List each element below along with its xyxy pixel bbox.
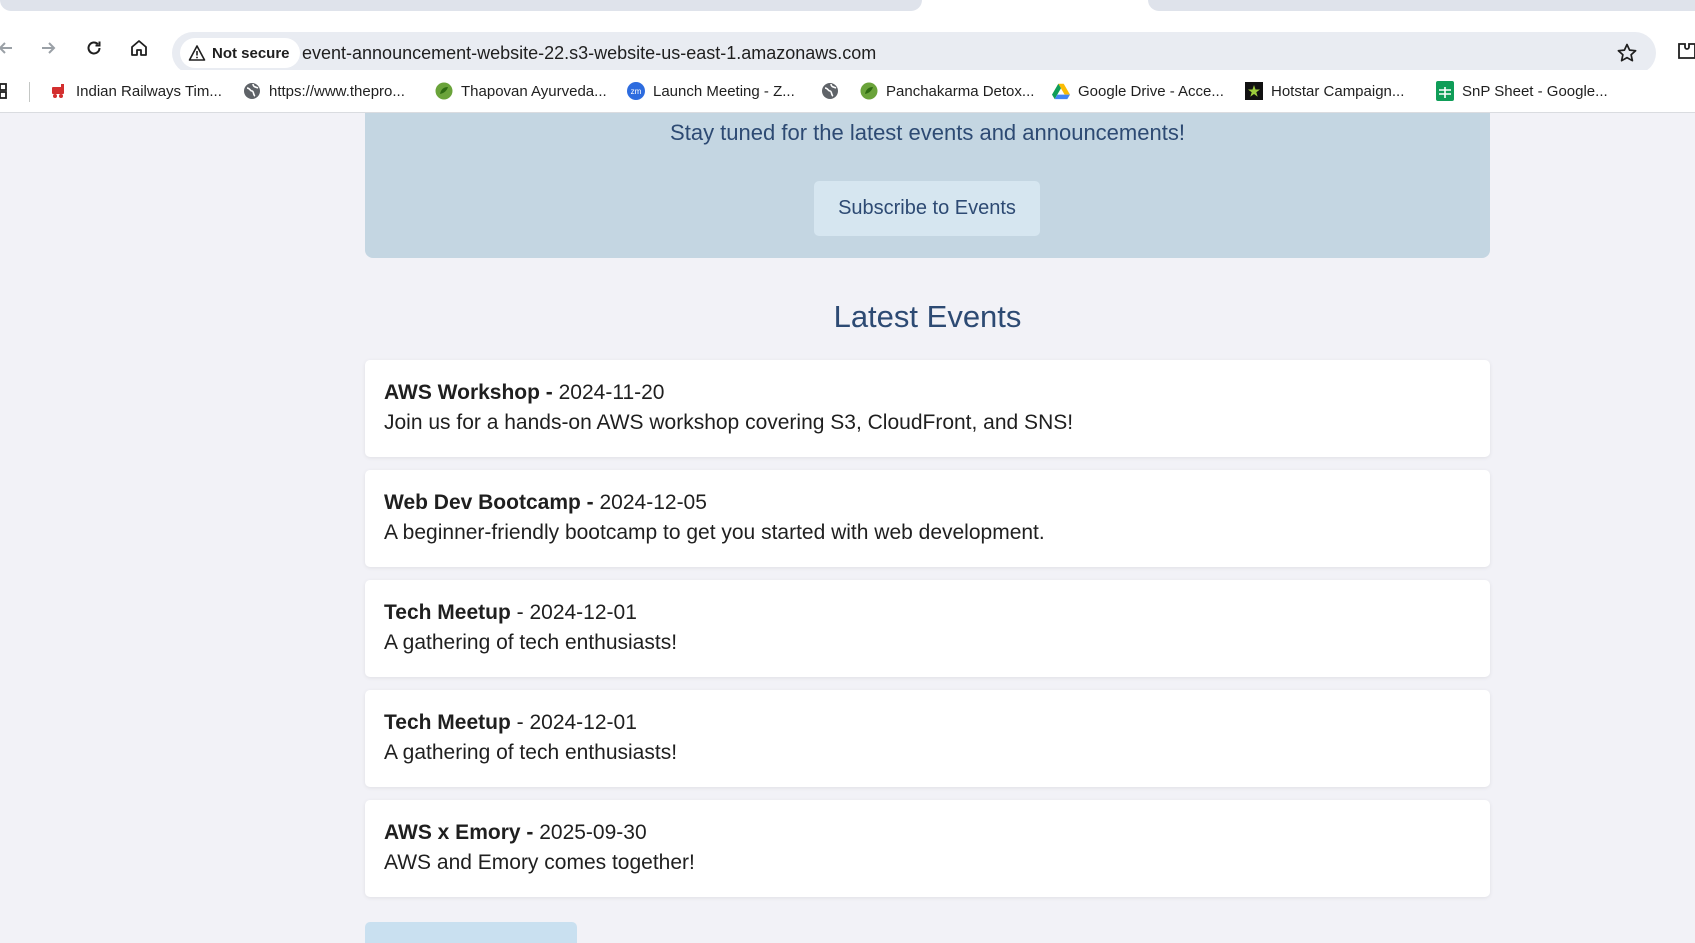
globe-icon: [821, 82, 839, 100]
bookmark-label: https://www.thepro...: [269, 82, 405, 100]
bookmark-label: SnP Sheet - Google...: [1462, 82, 1608, 100]
bookmark-star-icon[interactable]: [1616, 42, 1638, 64]
event-description: AWS and Emory comes together!: [384, 851, 695, 874]
svg-text:zm: zm: [631, 87, 642, 96]
event-description: A gathering of tech enthusiasts!: [384, 741, 678, 764]
globe-icon: [243, 82, 261, 100]
page-content: Stay tuned for the latest events and ann…: [0, 113, 1695, 943]
apps-button[interactable]: [0, 70, 12, 112]
train-icon: [50, 82, 68, 100]
reload-icon: [87, 41, 101, 55]
event-separator: -: [510, 711, 530, 734]
back-button[interactable]: [0, 36, 18, 60]
google-drive-icon: [1052, 82, 1070, 100]
event-date: 2024-12-05: [599, 491, 707, 514]
bookmark-item[interactable]: zm Launch Meeting - Z...: [627, 70, 795, 112]
create-event-button[interactable]: [365, 922, 577, 943]
bookmark-item[interactable]: https://www.thepro...: [243, 70, 405, 112]
bookmark-item[interactable]: Google Drive - Acce...: [1052, 70, 1224, 112]
bookmark-item[interactable]: SnP Sheet - Google...: [1436, 70, 1608, 112]
zoom-icon: zm: [627, 82, 645, 100]
event-date: 2024-11-20: [558, 381, 665, 404]
browser-toolbar: Not secure event-announcement-website-22…: [0, 12, 1695, 74]
event-description: A gathering of tech enthusiasts!: [384, 631, 678, 654]
google-sheets-icon: [1436, 81, 1454, 101]
event-name: AWS x Emory: [384, 821, 521, 844]
event-date: 2024-12-01: [529, 601, 637, 624]
event-description: A beginner-friendly bootcamp to get you …: [384, 521, 1045, 544]
event-heading: Web Dev Bootcamp - 2024-12-05: [384, 491, 707, 515]
bookmark-item[interactable]: [821, 70, 847, 112]
bookmark-label: Launch Meeting - Z...: [653, 82, 795, 100]
event-heading: AWS x Emory - 2025-09-30: [384, 821, 647, 845]
back-arrow-icon: [0, 42, 12, 54]
tab-strip: [0, 0, 1695, 12]
home-icon: [131, 40, 147, 56]
event-heading: AWS Workshop - 2024-11-20: [384, 381, 665, 405]
event-name: Web Dev Bootcamp: [384, 491, 581, 514]
event-name: AWS Workshop: [384, 381, 540, 404]
leaf-icon: [435, 82, 453, 100]
event-card: AWS x Emory - 2025-09-30 AWS and Emory c…: [365, 800, 1490, 897]
bookmark-item[interactable]: Thapovan Ayurveda...: [435, 70, 607, 112]
event-date: 2025-09-30: [539, 821, 647, 844]
event-separator: -: [520, 821, 540, 844]
event-name: Tech Meetup: [384, 711, 511, 734]
event-card: AWS Workshop - 2024-11-20 Join us for a …: [365, 360, 1490, 457]
event-separator: -: [510, 601, 530, 624]
bookmark-item[interactable]: Hotstar Campaign...: [1245, 70, 1404, 112]
forward-button[interactable]: [36, 36, 60, 60]
event-heading: Tech Meetup - 2024-12-01: [384, 601, 637, 625]
event-separator: -: [580, 491, 600, 514]
event-name: Tech Meetup: [384, 601, 511, 624]
event-description: Join us for a hands-on AWS workshop cove…: [384, 411, 1074, 434]
leaf-icon: [860, 82, 878, 100]
security-indicator[interactable]: Not secure: [180, 38, 300, 68]
event-heading: Tech Meetup - 2024-12-01: [384, 711, 637, 735]
event-card: Tech Meetup - 2024-12-01 A gathering of …: [365, 690, 1490, 787]
address-bar[interactable]: Not secure event-announcement-website-22…: [172, 32, 1656, 74]
forward-arrow-icon: [42, 42, 56, 54]
event-card: Web Dev Bootcamp - 2024-12-05 A beginner…: [365, 470, 1490, 567]
hero-banner: Stay tuned for the latest events and ann…: [365, 113, 1490, 258]
browser-tab[interactable]: [0, 0, 922, 11]
bookmark-item[interactable]: Indian Railways Tim...: [50, 70, 222, 112]
url-text[interactable]: event-announcement-website-22.s3-website…: [302, 43, 876, 64]
bookmark-label: Panchakarma Detox...: [886, 82, 1035, 100]
browser-tab[interactable]: [1148, 0, 1695, 11]
warning-triangle-icon: [188, 45, 206, 61]
subscribe-button[interactable]: Subscribe to Events: [814, 181, 1040, 236]
bookmark-item[interactable]: Panchakarma Detox...: [860, 70, 1034, 112]
section-title: Latest Events: [833, 299, 1022, 334]
extensions-icon[interactable]: [1676, 40, 1695, 62]
apps-grid-icon: [0, 83, 7, 99]
bookmark-label: Thapovan Ayurveda...: [461, 82, 607, 100]
bookmarks-bar: Indian Railways Tim... https://www.thepr…: [0, 70, 1695, 113]
event-date: 2024-12-01: [529, 711, 637, 734]
hero-tagline: Stay tuned for the latest events and ann…: [670, 120, 1185, 145]
event-card: Tech Meetup - 2024-12-01 A gathering of …: [365, 580, 1490, 677]
hotstar-icon: [1245, 82, 1263, 100]
bookmark-label: Indian Railways Tim...: [76, 82, 222, 100]
event-separator: -: [539, 381, 559, 404]
bookmark-label: Google Drive - Acce...: [1078, 82, 1224, 100]
home-button[interactable]: [127, 36, 151, 60]
bookmark-label: Hotstar Campaign...: [1271, 82, 1405, 100]
bookmarks-divider: [29, 82, 30, 102]
security-label: Not secure: [212, 44, 290, 62]
reload-button[interactable]: [82, 36, 106, 60]
